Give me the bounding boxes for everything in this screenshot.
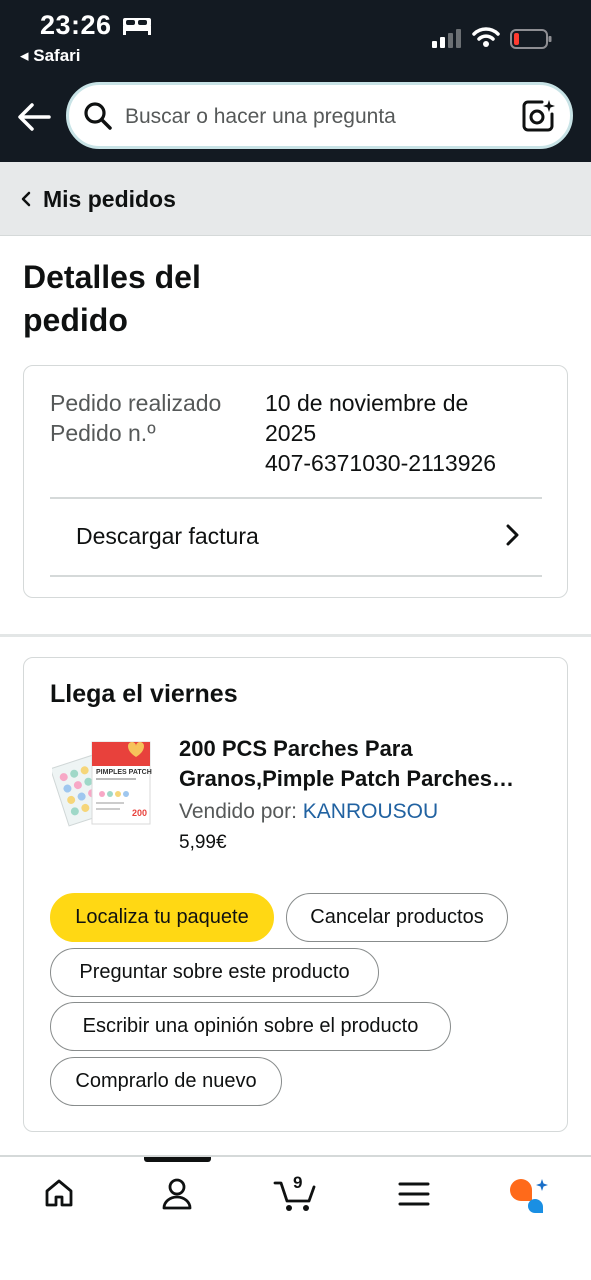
- page-title-line2: pedido: [23, 302, 128, 338]
- top-bar: 23:26 ◂ Safari Buscar o hacer una pregun…: [0, 0, 591, 162]
- search-icon: [84, 102, 112, 130]
- bottom-navigation: 9: [0, 1155, 591, 1280]
- shipment-card: Llega el viernes PIMPLES PATCH 200 200 P…: [23, 657, 568, 1132]
- rufus-assistant-icon[interactable]: [508, 1177, 552, 1215]
- order-summary-card: Pedido realizado Pedido n.º 10 de noviem…: [23, 365, 568, 598]
- section-separator: [0, 634, 591, 637]
- menu-icon[interactable]: [398, 1181, 430, 1207]
- account-icon[interactable]: [160, 1177, 194, 1211]
- cancel-items-button[interactable]: Cancelar productos: [286, 893, 508, 942]
- product-image-brand: PIMPLES PATCH: [96, 769, 152, 776]
- search-bar[interactable]: Buscar o hacer una pregunta: [66, 82, 573, 149]
- breadcrumb[interactable]: Mis pedidos: [0, 162, 591, 236]
- buy-again-button[interactable]: Comprarlo de nuevo: [50, 1057, 282, 1106]
- chevron-left-icon: [21, 191, 31, 207]
- order-date-line1: 10 de noviembre de: [265, 390, 469, 416]
- status-time: 23:26: [40, 10, 112, 40]
- product-price: 5,99€: [179, 832, 227, 853]
- order-number-label: Pedido n.º: [50, 420, 156, 446]
- product-image-count: 200: [132, 808, 147, 818]
- chevron-right-icon[interactable]: [502, 522, 522, 548]
- active-tab-indicator: [144, 1157, 211, 1162]
- page-title-line1: Detalles del: [23, 259, 201, 295]
- cellular-signal-icon: [432, 29, 461, 48]
- seller-info: Vendido por: KANROUSOU: [179, 800, 438, 824]
- sold-by-label: Vendido por:: [179, 800, 297, 823]
- cart-count-badge: 9: [293, 1173, 303, 1192]
- divider: [50, 575, 542, 577]
- search-input[interactable]: Buscar o hacer una pregunta: [125, 105, 396, 129]
- breadcrumb-label[interactable]: Mis pedidos: [43, 186, 176, 213]
- divider: [50, 497, 542, 499]
- home-icon[interactable]: [43, 1177, 75, 1209]
- wifi-icon: [472, 27, 500, 47]
- product-title-line1[interactable]: 200 PCS Parches Para: [179, 734, 544, 764]
- sleep-bed-icon: [123, 18, 151, 35]
- order-number: 407-6371030-2113926: [265, 450, 497, 476]
- battery-icon: [510, 29, 552, 49]
- product-thumbnail[interactable]: PIMPLES PATCH 200: [52, 738, 154, 830]
- arrival-heading: Llega el viernes: [50, 680, 238, 708]
- product-title-link[interactable]: 200 PCS Parches Para Granos,Pimple Patch…: [179, 734, 544, 794]
- camera-search-icon[interactable]: [520, 98, 556, 134]
- back-to-safari[interactable]: ◂ Safari: [20, 46, 81, 66]
- seller-link[interactable]: KANROUSOU: [303, 800, 438, 823]
- order-date-line2: 2025: [265, 420, 317, 446]
- download-invoice-link[interactable]: Descargar factura: [76, 523, 259, 550]
- track-package-button[interactable]: Localiza tu paquete: [50, 893, 274, 942]
- product-title-line2[interactable]: Granos,Pimple Patch Parches…: [179, 764, 544, 794]
- back-arrow-icon[interactable]: [16, 100, 52, 134]
- order-placed-label: Pedido realizado: [50, 390, 222, 416]
- ask-product-question-button[interactable]: Preguntar sobre este producto: [50, 948, 379, 997]
- write-review-button[interactable]: Escribir una opinión sobre el producto: [50, 1002, 451, 1051]
- page-title: Detalles del pedido: [23, 256, 323, 342]
- order-date: 10 de noviembre de 2025 407-6371030-2113…: [265, 388, 496, 478]
